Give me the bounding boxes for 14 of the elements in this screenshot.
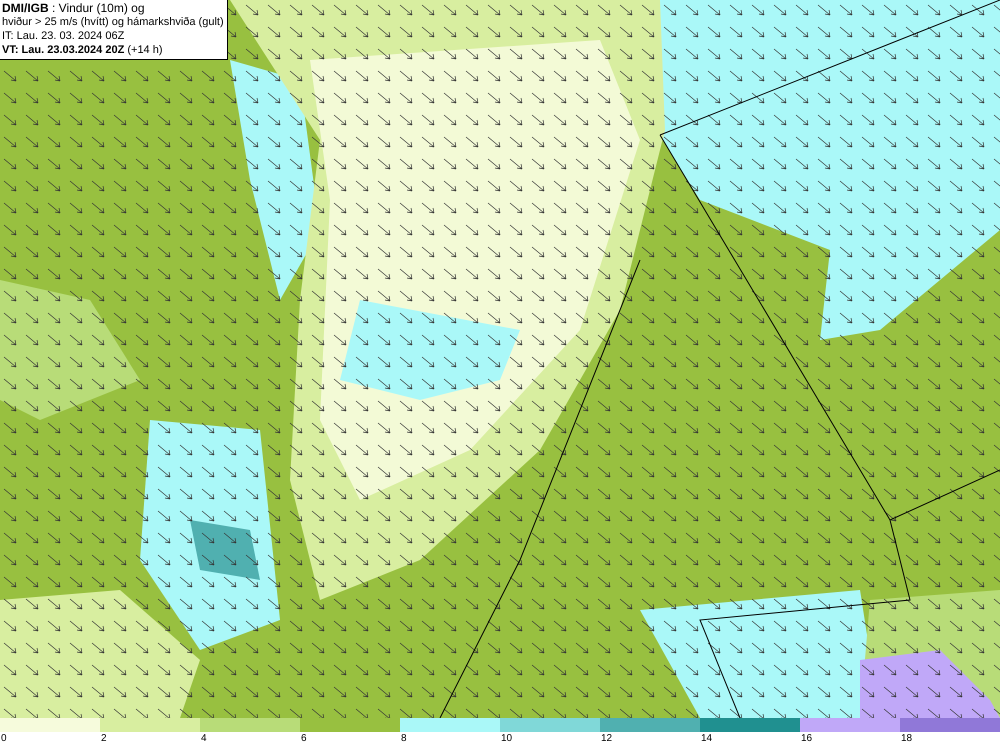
legend-label: 8 [400,732,407,746]
legend-label: 0 [0,732,7,746]
legend-label: 2 [100,732,107,746]
info-text: DMI/IGB : Vindur (10m) og [2,1,146,15]
legend-label: 4 [200,732,207,746]
legend-label: 14 [700,732,712,746]
info-text: IT: Lau. 23. 03. 2024 06Z [2,29,126,43]
info-text: hviður > 25 m/s (hvítt) og hámarkshviða (gult) [2,15,224,29]
legend-label: 16 [800,732,812,746]
legend-label: 18 [900,732,912,746]
info-text: VT: Lau. 23.03.2024 20Z (+14 h) [2,43,164,57]
legend-label: 6 [300,732,307,746]
legend-label: 12 [600,732,612,746]
legend-label: 10 [500,732,512,746]
